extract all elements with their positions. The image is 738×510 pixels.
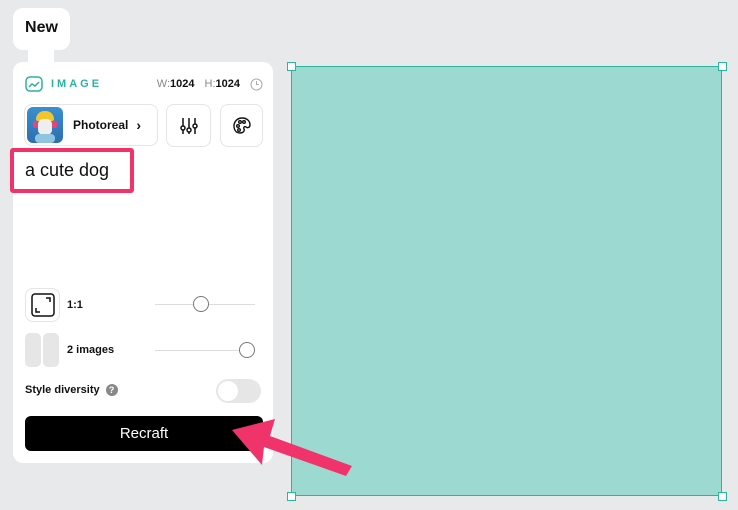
annotation-arrow [232, 419, 352, 476]
